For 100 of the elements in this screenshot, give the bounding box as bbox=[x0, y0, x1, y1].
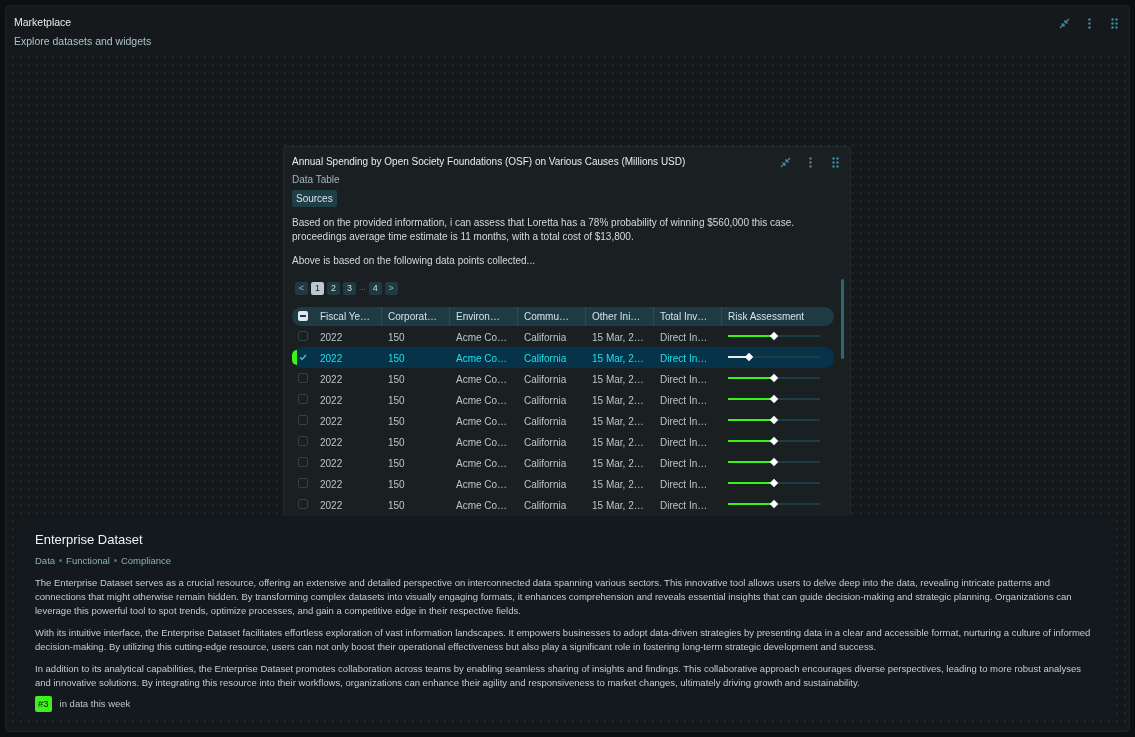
column-header[interactable]: Total Inv… bbox=[660, 308, 708, 324]
row-checkbox[interactable] bbox=[298, 499, 308, 509]
table-cell: Direct In… bbox=[660, 416, 708, 427]
table-cell: 2022 bbox=[320, 437, 343, 448]
slider-thumb[interactable] bbox=[769, 394, 779, 404]
slider-thumb[interactable] bbox=[769, 436, 779, 446]
table-row[interactable]: 2022 150 Acme Co… California 15 Mar, 2… Direct In… bbox=[292, 472, 834, 494]
page-arrow-button[interactable]: > bbox=[384, 281, 398, 295]
row-checkbox[interactable] bbox=[298, 436, 308, 446]
risk-slider[interactable] bbox=[728, 436, 820, 446]
slider-thumb[interactable] bbox=[769, 478, 779, 488]
table-cell: 150 bbox=[388, 500, 405, 511]
page-button[interactable]: 4 bbox=[368, 281, 382, 295]
risk-slider[interactable] bbox=[728, 499, 820, 509]
table-cell: 15 Mar, 2… bbox=[592, 374, 644, 385]
page-arrow-button[interactable]: < bbox=[295, 281, 308, 295]
table-cell: California bbox=[524, 374, 567, 385]
dataset-title: Enterprise Dataset bbox=[35, 531, 144, 549]
table-row[interactable]: 2022 150 Acme Co… California 15 Mar, 2… Direct In… bbox=[292, 388, 834, 410]
slider-thumb[interactable] bbox=[769, 499, 779, 509]
page-button[interactable]: 2 bbox=[327, 281, 340, 295]
description-paragraph: With its intuitive interface, the Enterprise Dataset facilitates effortless exploration of vast information landscapes. It empowers businesses to adopt data-driven strategies by presenting data in a clear and accessible format, nurturing a culture of informed decision-making. By utilizing this cutting-edge resource, users can not only boost their operational effectiveness but also play a significant role in fostering long-term strategic development and success. bbox=[35, 625, 1092, 654]
table-cell: Direct In… bbox=[660, 479, 708, 490]
risk-slider[interactable] bbox=[728, 352, 820, 362]
table-cell: California bbox=[524, 353, 567, 364]
table-cell: Direct In… bbox=[660, 395, 708, 406]
row-checkbox[interactable] bbox=[298, 457, 308, 467]
table-row[interactable]: 2022 150 Acme Co… California 15 Mar, 2… Direct In… bbox=[292, 325, 834, 347]
table-cell: 150 bbox=[388, 416, 405, 427]
selected-table-row[interactable]: 2022 150 Acme Co… California 15 Mar, 2… Direct In… bbox=[292, 346, 834, 368]
table-cell: Direct In… bbox=[660, 332, 708, 343]
drag-handle-icon bbox=[829, 155, 842, 169]
column-header[interactable]: Commu… bbox=[524, 308, 569, 324]
table-cell: California bbox=[524, 416, 567, 427]
drag-handle-button[interactable] bbox=[829, 155, 842, 169]
risk-slider[interactable] bbox=[728, 331, 820, 341]
table-row[interactable]: 2022 150 Acme Co… California 15 Mar, 2… Direct In… bbox=[292, 430, 834, 452]
slider-thumb[interactable] bbox=[769, 415, 779, 425]
slider-thumb[interactable] bbox=[769, 373, 779, 383]
category-label: Data bbox=[35, 553, 56, 568]
collapse-button[interactable] bbox=[1058, 17, 1071, 30]
risk-slider[interactable] bbox=[728, 478, 820, 488]
table-cell: 2022 bbox=[320, 416, 343, 427]
table-cell: 2022 bbox=[320, 332, 343, 343]
table-row[interactable]: 2022 150 Acme Co… California 15 Mar, 2… Direct In… bbox=[292, 451, 834, 473]
widget-type: Data Table bbox=[292, 172, 340, 187]
table-cell: 15 Mar, 2… bbox=[592, 500, 644, 511]
table-cell: 150 bbox=[388, 353, 405, 364]
page-ellipsis: ... bbox=[359, 282, 366, 294]
table-cell: 15 Mar, 2… bbox=[592, 416, 644, 427]
drag-handle-button[interactable] bbox=[1108, 17, 1121, 30]
table-cell: California bbox=[524, 437, 567, 448]
page-button[interactable]: 1 bbox=[311, 281, 324, 295]
table-cell: 15 Mar, 2… bbox=[592, 353, 644, 364]
row-checkbox[interactable] bbox=[298, 478, 308, 488]
table-cell: 150 bbox=[388, 458, 405, 469]
table-cell: California bbox=[524, 395, 567, 406]
risk-slider[interactable] bbox=[728, 373, 820, 383]
risk-slider[interactable] bbox=[728, 457, 820, 467]
column-header[interactable]: Corporat… bbox=[388, 308, 437, 324]
row-checkbox[interactable] bbox=[298, 373, 308, 383]
column-header[interactable]: Other Ini… bbox=[592, 308, 641, 324]
table-cell: Acme Co… bbox=[456, 332, 508, 343]
row-checkbox[interactable] bbox=[298, 394, 308, 404]
slider-thumb[interactable] bbox=[744, 352, 754, 362]
category-label: Compliance bbox=[120, 553, 172, 568]
page-button[interactable]: 3 bbox=[343, 281, 356, 295]
widget-title: Annual Spending by Open Society Foundations (OSF) on Various Causes (Millions USD) bbox=[292, 154, 686, 169]
row-checkbox[interactable] bbox=[298, 352, 308, 362]
risk-slider[interactable] bbox=[728, 415, 820, 425]
table-cell: Direct In… bbox=[660, 500, 708, 511]
select-all-checkbox[interactable] bbox=[298, 311, 308, 321]
scrollbar[interactable] bbox=[841, 278, 844, 359]
table-row[interactable]: 2022 150 Acme Co… California 15 Mar, 2… Direct In… bbox=[292, 409, 834, 431]
table-cell: Direct In… bbox=[660, 437, 708, 448]
collapse-icon bbox=[779, 155, 792, 169]
slider-thumb[interactable] bbox=[769, 331, 779, 341]
rank-badge: #3 bbox=[35, 695, 52, 712]
table-cell: 15 Mar, 2… bbox=[592, 458, 644, 469]
table-cell: 15 Mar, 2… bbox=[592, 395, 644, 406]
slider-thumb[interactable] bbox=[769, 457, 779, 467]
column-header[interactable]: Risk Assessment bbox=[728, 308, 805, 324]
table-cell: 2022 bbox=[320, 500, 343, 511]
table-row[interactable]: 2022 150 Acme Co… California 15 Mar, 2… Direct In… bbox=[292, 493, 834, 515]
table-cell: 2022 bbox=[320, 458, 343, 469]
table-cell: California bbox=[524, 479, 567, 490]
risk-slider[interactable] bbox=[728, 394, 820, 404]
table-row[interactable]: 2022 150 Acme Co… California 15 Mar, 2… Direct In… bbox=[292, 367, 834, 389]
collapse-button[interactable] bbox=[779, 155, 792, 169]
table-cell: Acme Co… bbox=[456, 437, 508, 448]
row-checkbox[interactable] bbox=[298, 415, 308, 425]
row-checkbox[interactable] bbox=[298, 331, 308, 341]
sources-tag[interactable]: Sources bbox=[292, 189, 337, 207]
column-header[interactable]: Fiscal Ye… bbox=[320, 308, 371, 324]
table-cell: 150 bbox=[388, 395, 405, 406]
column-header[interactable]: Environ… bbox=[456, 308, 500, 324]
panel-subtitle: Explore datasets and widgets bbox=[14, 33, 152, 49]
table-cell: California bbox=[524, 458, 567, 469]
table-cell: 150 bbox=[388, 332, 405, 343]
table-cell: 15 Mar, 2… bbox=[592, 437, 644, 448]
